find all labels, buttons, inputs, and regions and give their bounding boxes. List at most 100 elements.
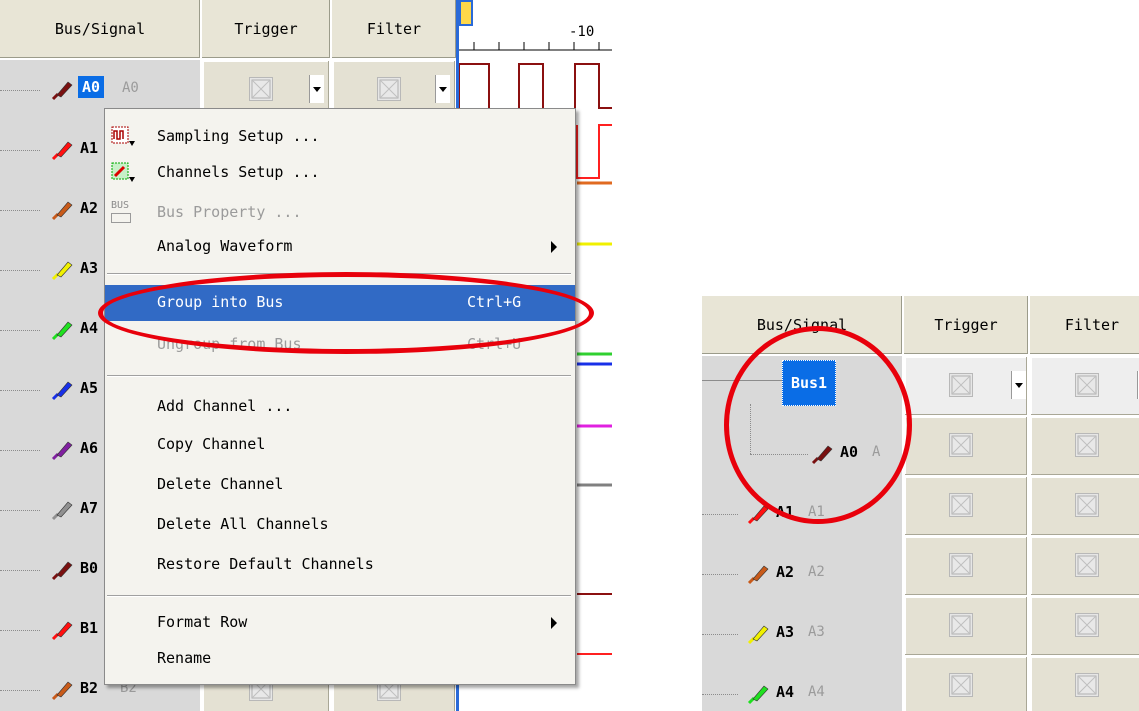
- probe-icon: [50, 77, 74, 101]
- menu-item-analog-waveform[interactable]: Analog Waveform: [105, 229, 575, 265]
- signal-name: B0: [80, 559, 99, 577]
- probe-icon: [50, 257, 74, 281]
- bus-signal-header-label: Bus/Signal: [54, 20, 146, 38]
- menu-separator: [107, 375, 571, 377]
- menu-item-copy-channel[interactable]: Copy Channel: [105, 427, 575, 463]
- tree-line: [0, 630, 40, 631]
- trigger-cell[interactable]: [904, 536, 1028, 596]
- signal-name: A2: [80, 199, 99, 217]
- dropdown-arrow-icon[interactable]: [1011, 371, 1026, 399]
- probe-icon: [746, 561, 770, 585]
- signal-row-a4[interactable]: A4 A4: [702, 664, 902, 711]
- tree-line: [702, 634, 738, 635]
- signal-name: A3: [80, 259, 99, 277]
- submenu-arrow-icon: [551, 241, 557, 253]
- dont-care-icon: [1075, 433, 1099, 457]
- dont-care-icon: [377, 77, 401, 101]
- menu-item-rename[interactable]: Rename: [105, 641, 575, 677]
- signal-name: B1: [80, 619, 99, 637]
- filter-column-header[interactable]: Filter: [1030, 296, 1139, 356]
- highlight-ring-group-into-bus: [98, 272, 594, 354]
- signal-name: A7: [80, 499, 99, 517]
- filter-header-label: Filter: [1064, 316, 1120, 334]
- signal-alias: A4: [808, 684, 825, 700]
- tree-line: [0, 450, 40, 451]
- trigger-column-header[interactable]: Trigger: [904, 296, 1030, 356]
- tree-line: [0, 570, 40, 571]
- highlight-ring-bus1: [724, 326, 912, 524]
- filter-header-label: Filter: [366, 20, 422, 38]
- tree-line: [702, 694, 738, 695]
- signal-name: A6: [80, 439, 99, 457]
- menu-label: Channels Setup ...: [157, 163, 320, 181]
- probe-icon: [50, 557, 74, 581]
- filter-cell[interactable]: [1030, 476, 1139, 536]
- probe-icon: [50, 437, 74, 461]
- dropdown-arrow-icon[interactable]: [309, 75, 324, 103]
- filter-column-header[interactable]: Filter: [332, 0, 458, 60]
- dont-care-icon: [949, 613, 973, 637]
- tree-line: [0, 270, 40, 271]
- bus-property-icon: BUS: [111, 201, 137, 225]
- signal-name: B2: [80, 679, 99, 697]
- menu-item-delete-channel[interactable]: Delete Channel: [105, 467, 575, 503]
- trigger-header-label: Trigger: [234, 20, 298, 38]
- menu-label: Add Channel ...: [157, 397, 293, 415]
- menu-item-bus-property[interactable]: BUS Bus Property ...: [105, 195, 575, 231]
- channels-setup-icon: [111, 162, 135, 182]
- trigger-cell[interactable]: [904, 596, 1028, 656]
- trigger-cell[interactable]: [904, 656, 1028, 711]
- signal-alias: A2: [808, 564, 825, 580]
- filter-cell[interactable]: [1030, 656, 1139, 711]
- dont-care-icon: [949, 433, 973, 457]
- dont-care-icon: [1075, 613, 1099, 637]
- tree-line: [0, 210, 40, 211]
- menu-label: Format Row: [157, 613, 248, 631]
- signal-row-a3[interactable]: A3 A3: [702, 604, 902, 664]
- dont-care-icon: [1075, 553, 1099, 577]
- probe-icon: [746, 681, 770, 705]
- menu-label: Delete All Channels: [157, 515, 329, 533]
- trigger-header-label: Trigger: [934, 316, 998, 334]
- menu-item-restore-default-channels[interactable]: Restore Default Channels: [105, 547, 575, 583]
- tree-line: [0, 90, 40, 91]
- dont-care-icon: [1075, 493, 1099, 517]
- menu-label: Sampling Setup ...: [157, 127, 320, 145]
- signal-name: A4: [776, 683, 795, 701]
- probe-icon: [50, 617, 74, 641]
- trigger-column-header[interactable]: Trigger: [202, 0, 332, 60]
- menu-label: Delete Channel: [157, 475, 284, 493]
- tree-line: [0, 510, 40, 511]
- dropdown-arrow-icon[interactable]: [435, 75, 450, 103]
- menu-item-delete-all-channels[interactable]: Delete All Channels: [105, 507, 575, 543]
- signal-row-a2[interactable]: A2 A2: [702, 544, 902, 604]
- probe-icon: [50, 497, 74, 521]
- menu-item-format-row[interactable]: Format Row: [105, 605, 575, 641]
- bus-signal-column-header[interactable]: Bus/Signal: [0, 0, 202, 60]
- filter-cell[interactable]: [1030, 536, 1139, 596]
- filter-cell[interactable]: [1030, 356, 1139, 416]
- signal-name: A3: [776, 623, 795, 641]
- menu-label: Copy Channel: [157, 435, 266, 453]
- menu-item-add-channel[interactable]: Add Channel ...: [105, 389, 575, 425]
- filter-cell[interactable]: [1030, 596, 1139, 656]
- probe-icon: [50, 677, 74, 701]
- probe-icon: [50, 377, 74, 401]
- dont-care-icon: [1075, 373, 1099, 397]
- probe-icon: [50, 137, 74, 161]
- filter-cell[interactable]: [1030, 416, 1139, 476]
- trigger-cell[interactable]: [904, 416, 1028, 476]
- tree-line: [702, 574, 738, 575]
- menu-label: Bus Property ...: [157, 203, 302, 221]
- menu-label: Rename: [157, 649, 212, 667]
- dont-care-icon: [949, 493, 973, 517]
- menu-separator: [107, 595, 571, 597]
- signal-name: A4: [80, 319, 99, 337]
- trigger-cell[interactable]: [904, 476, 1028, 536]
- dont-care-icon: [1075, 673, 1099, 697]
- tree-line: [0, 390, 40, 391]
- menu-item-channels-setup[interactable]: Channels Setup ...: [105, 155, 575, 191]
- dont-care-icon: [949, 553, 973, 577]
- menu-item-sampling-setup[interactable]: Sampling Setup ...: [105, 119, 575, 155]
- trigger-cell[interactable]: [904, 356, 1028, 416]
